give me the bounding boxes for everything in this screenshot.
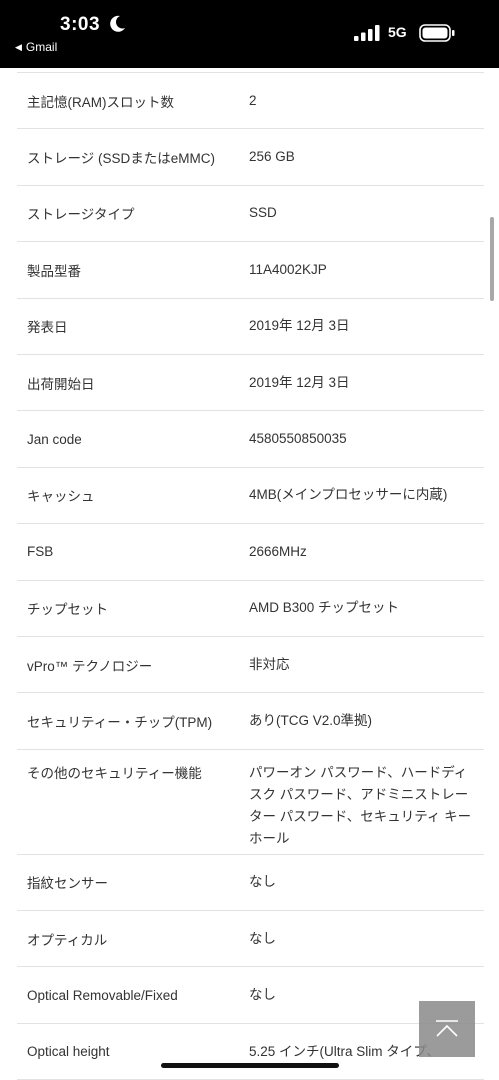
spec-label: FSB	[27, 544, 54, 560]
spec-table: 主記憶(RAM)スロット数 2 ストレージ (SSDまたはeMMC) 256 G…	[17, 72, 484, 1080]
back-app-label: Gmail	[25, 40, 58, 54]
back-triangle-icon: ◀	[15, 41, 22, 52]
spec-value: 11A4002KJP	[249, 261, 327, 277]
chevron-up-icon	[436, 1020, 458, 1037]
spec-label: チップセット	[27, 602, 108, 618]
spec-value: AMD B300 チップセット	[249, 600, 400, 616]
network-type: 5G	[388, 24, 407, 40]
spec-label: オプティカル	[27, 932, 108, 948]
spec-label: セキュリティー・チップ(TPM)	[27, 714, 213, 730]
spec-value: あり(TCG V2.0準拠)	[249, 712, 373, 728]
table-row: Optical Removable/Fixed なし	[17, 967, 484, 1024]
spec-value: 非対応	[249, 656, 290, 672]
spec-label: Optical Removable/Fixed	[27, 987, 178, 1003]
back-to-top-button[interactable]	[419, 1001, 475, 1057]
spec-value: なし	[249, 874, 276, 890]
spec-value: 2019年 12月 3日	[249, 374, 350, 390]
spec-value: 2	[249, 92, 257, 108]
table-row: ストレージタイプ SSD	[17, 186, 484, 243]
signal-icon	[354, 25, 380, 41]
spec-value: 2666MHz	[249, 543, 307, 559]
table-row: ストレージ (SSDまたはeMMC) 256 GB	[17, 129, 484, 186]
home-indicator[interactable]	[161, 1063, 339, 1068]
spec-label: 製品型番	[27, 263, 81, 279]
status-time: 3:03	[60, 14, 101, 35]
spec-value: SSD	[249, 205, 277, 221]
status-bar: 3:03 ◀ Gmail 5G	[0, 0, 499, 68]
table-row: vPro™ テクノロジー 非対応	[17, 637, 484, 694]
spec-value: 256 GB	[249, 149, 295, 165]
spec-label: キャッシュ	[27, 489, 95, 505]
spec-value: 2019年 12月 3日	[249, 318, 350, 334]
table-row: 主記憶(RAM)スロット数 2	[17, 73, 484, 130]
spec-label: Optical height	[27, 1044, 110, 1060]
table-row: FSB 2666MHz	[17, 524, 484, 581]
spec-label: Jan code	[27, 431, 82, 447]
spec-label: vPro™ テクノロジー	[27, 658, 153, 674]
table-row: Jan code 4580550850035	[17, 411, 484, 468]
table-row: オプティカル なし	[17, 911, 484, 968]
spec-label: 主記憶(RAM)スロット数	[27, 94, 174, 110]
table-row: セキュリティー・チップ(TPM) あり(TCG V2.0準拠)	[17, 693, 484, 750]
table-row: 指紋センサー なし	[17, 855, 484, 912]
table-row: Optical height 5.25 インチ(Ultra Slim タイプ、	[17, 1024, 484, 1080]
spec-value: なし	[249, 930, 276, 946]
table-row: 出荷開始日 2019年 12月 3日	[17, 355, 484, 412]
spec-label: 発表日	[27, 320, 68, 336]
scroll-indicator[interactable]	[490, 217, 494, 301]
spec-value: 4MB(メインプロセッサーに内蔵)	[249, 487, 448, 503]
table-row: チップセット AMD B300 チップセット	[17, 581, 484, 637]
spec-value: パワーオン パスワード、ハードディスク パスワード、アドミニストレーター パスワ…	[249, 764, 472, 846]
back-to-gmail-link[interactable]: ◀ Gmail	[15, 40, 57, 54]
spec-value: 4580550850035	[249, 431, 347, 447]
table-row: キャッシュ 4MB(メインプロセッサーに内蔵)	[17, 468, 484, 525]
spec-label: 出荷開始日	[27, 376, 95, 392]
table-row: 製品型番 11A4002KJP	[17, 242, 484, 299]
spec-label: ストレージ (SSDまたはeMMC)	[27, 151, 215, 167]
moon-icon	[110, 15, 125, 32]
table-row: 発表日 2019年 12月 3日	[17, 299, 484, 355]
spec-label: 指紋センサー	[27, 876, 108, 892]
spec-label: その他のセキュリティー機能	[27, 765, 202, 781]
table-row: その他のセキュリティー機能 パワーオン パスワード、ハードディスク パスワード、…	[17, 750, 484, 855]
battery-icon	[419, 24, 455, 42]
spec-label: ストレージタイプ	[27, 207, 135, 223]
